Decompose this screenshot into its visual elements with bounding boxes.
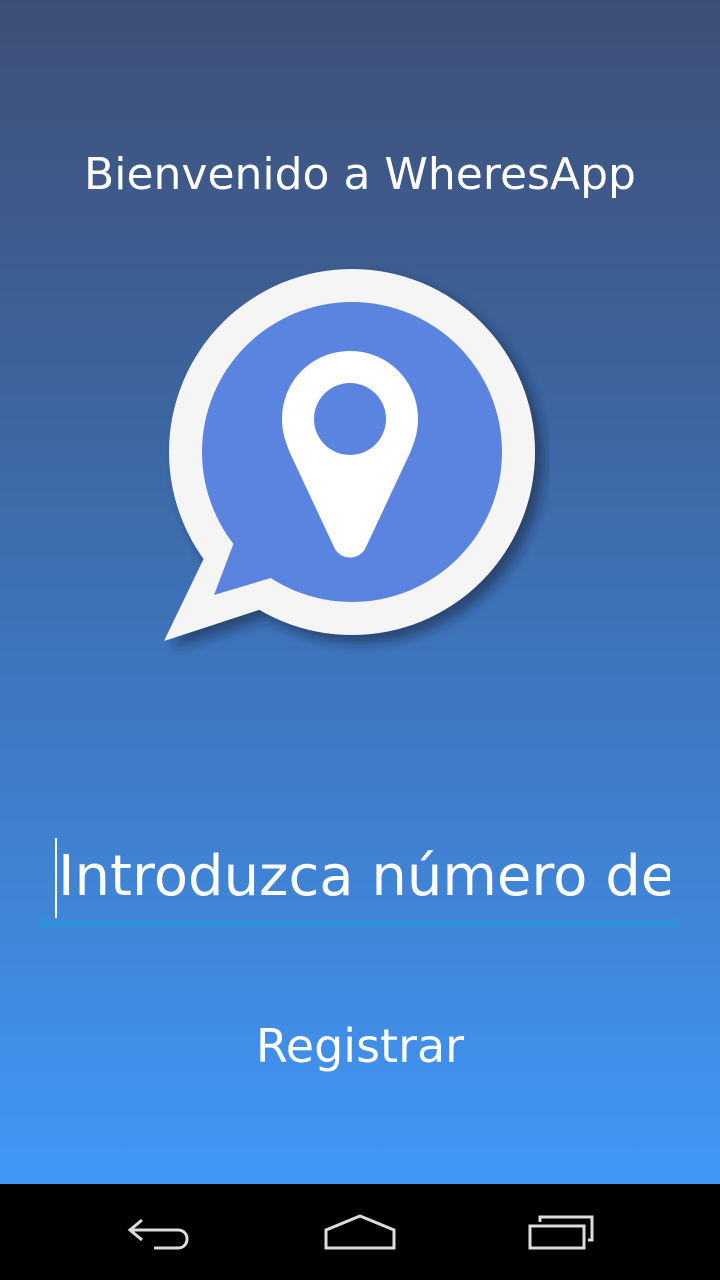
text-cursor [55,838,57,918]
phone-number-input[interactable] [54,838,670,914]
phone-number-field[interactable] [40,830,680,926]
system-navigation-bar [0,1184,720,1280]
recent-apps-icon [528,1215,594,1250]
register-button[interactable]: Registrar [210,1010,510,1082]
home-icon [324,1214,396,1250]
map-pin-chat-bubble-icon [164,269,535,641]
back-arrow-icon [127,1218,189,1250]
home-button[interactable] [310,1202,410,1262]
welcome-title: Bienvenido a WheresApp [84,149,636,200]
back-button[interactable] [110,1202,210,1262]
registration-screen: Bienvenido a WheresApp Registrar [0,0,720,1184]
recent-apps-button[interactable] [512,1202,612,1262]
